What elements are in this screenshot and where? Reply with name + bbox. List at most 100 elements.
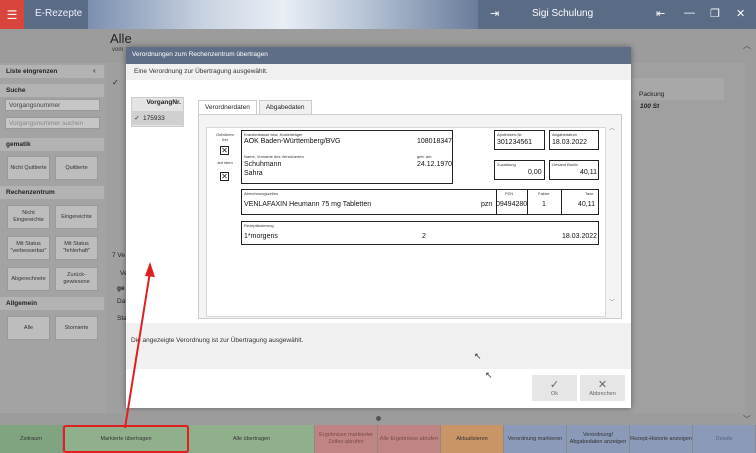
checkmark-icon: ✓	[549, 378, 560, 391]
page-subtitle: vom	[112, 47, 124, 53]
splitter-dot[interactable]	[376, 416, 381, 421]
chevron-down-icon[interactable]: ﹀	[743, 414, 751, 425]
fragment-count: 7 Ve	[112, 252, 126, 259]
show-history-button[interactable]: Rezept-Historie anzeigen	[630, 425, 693, 453]
page-title: Alle	[110, 31, 132, 46]
dialog-message: Die angezeigte Verordnung ist zur Übertr…	[131, 337, 304, 344]
fee-free-label: Gebühren frei	[216, 132, 234, 142]
gross-value: 40,11	[580, 169, 597, 176]
prescription-change-count: 2	[422, 233, 426, 240]
collapse-icon[interactable]: ‹	[93, 66, 96, 75]
tax-value: 40,11	[578, 201, 595, 208]
refresh-button[interactable]: Aktualisieren	[441, 425, 504, 453]
logout-icon[interactable]: ⇥	[490, 7, 499, 20]
copay-label: Zuzahlung	[497, 162, 516, 167]
restore-icon[interactable]: ❐	[710, 7, 720, 20]
dialog-info: Eine Verordnung zur Übertragung ausgewäh…	[134, 68, 268, 75]
birthdate: 24.12.1970	[417, 161, 453, 168]
search-type-select[interactable]: Vorgangsnummer	[5, 99, 100, 111]
pzn-column-label: PZN	[505, 191, 513, 196]
scroll-up-icon[interactable]: ︿	[609, 123, 615, 132]
transfer-dialog: Verordnungen zum Rechenzentrum übertrage…	[126, 47, 631, 408]
birthdate-label: geb. am	[417, 154, 432, 159]
list-row[interactable]: ✓ 175933	[131, 111, 184, 125]
user-name: Sigi Schulung	[532, 8, 594, 19]
transmit-all-button[interactable]: Alle übertragen	[189, 425, 315, 453]
prescription-change-text: 1*morgens	[244, 233, 278, 240]
dialog-title: Verordnungen zum Rechenzentrum übertrage…	[126, 47, 631, 64]
package-value: 100 St	[640, 103, 660, 110]
fetch-all-results-button[interactable]: Alle Ergebnisse abrufen	[378, 425, 441, 453]
factor-column-label: Faktor	[538, 191, 550, 196]
filter-not-acknowledged-button[interactable]: Nicht Quittierte	[7, 156, 50, 180]
prescription-change-date: 18.03.2022	[562, 233, 598, 240]
row-check-icon: ✓	[134, 115, 140, 122]
mark-prescription-button[interactable]: Verordnung markieren	[504, 425, 567, 453]
filter-faulty-button[interactable]: Mit Status "fehlerhaft"	[55, 236, 98, 260]
row-number: 175933	[143, 114, 165, 122]
billing-lines-label: Abrechnungszeilen	[244, 191, 279, 196]
patient-name-label: Name, Vorname des Versicherten	[244, 154, 304, 159]
fetch-marked-results-button[interactable]: Ergebnisse markierter Zeilen abrufen	[315, 425, 378, 453]
sidebar-search-header: Suche	[0, 84, 104, 97]
cancel-label: Abbrechen	[589, 390, 616, 397]
copay-value: 0,00	[528, 169, 542, 176]
menu-icon[interactable]: ☰	[0, 0, 24, 29]
prescription-change-label: Rezeptänderung	[244, 223, 274, 228]
filter-not-submitted-button[interactable]: Nicht Eingereichte	[7, 205, 50, 229]
details-button[interactable]: Details	[693, 425, 756, 453]
filter-all-button[interactable]: Alle	[7, 316, 50, 340]
close-icon[interactable]: ✕	[736, 7, 745, 20]
mouse-cursor-icon: ↖	[474, 351, 482, 361]
transmit-marked-button[interactable]: Markierte übertragen	[63, 425, 189, 453]
filter-acknowledged-button[interactable]: Quittierte	[55, 156, 98, 180]
search-input[interactable]: Vorgangsnummer suchen	[5, 117, 100, 129]
exit-icon[interactable]: ⇤	[656, 7, 665, 20]
fragment-section: ge	[117, 285, 125, 292]
aut-idem-checkbox: ✕	[220, 172, 229, 181]
patient-firstname: Sahra	[244, 170, 263, 177]
ok-label: Ok	[550, 390, 559, 397]
scroll-down-icon[interactable]: ﹀	[609, 297, 615, 306]
filter-rejected-button[interactable]: Zurück-gewiesene	[55, 267, 98, 291]
mouse-cursor-icon: ↖	[485, 370, 493, 380]
pharmacy-number: 301234561	[497, 139, 533, 146]
filter-submitted-button[interactable]: Eingereichte	[55, 205, 98, 229]
aut-idem-label: aut idem	[217, 160, 233, 165]
tab-prescriber-data[interactable]: Verordnerdaten	[198, 100, 257, 114]
header-banner-image	[88, 0, 478, 29]
tab-dispense-data[interactable]: Abgabedaten	[258, 100, 312, 114]
filter-cancelled-button[interactable]: Stornierte	[55, 316, 98, 340]
sidebar-gematik-header: gematik	[0, 138, 104, 151]
period-button[interactable]: Zeitraum	[0, 425, 63, 453]
select-all-checkbox[interactable]: ✓	[112, 78, 119, 87]
patient-surname: Schuhmann	[244, 161, 282, 168]
factor-value: 1	[542, 201, 546, 208]
column-header-package: Packung	[632, 78, 724, 100]
filter-improvable-button[interactable]: Mit Status "verbesserbar"	[7, 236, 50, 260]
prescription-form: Gebühren frei ✕ aut idem ✕ Krankenkasse …	[206, 127, 606, 317]
dialog-tabs: Verordnerdaten Abgabedaten	[198, 100, 314, 114]
medication-name: VENLAFAXIN Heumann 75 mg Tabletten	[244, 201, 372, 208]
tax-column-label: Taxe	[585, 191, 594, 196]
list-header: VorgangNr.	[146, 99, 181, 106]
dispense-date-label: Abgabedatum	[552, 132, 577, 137]
fragment-date: Da	[117, 298, 126, 305]
pharmacy-label: Apotheken-Nr.	[497, 132, 523, 137]
chevron-up-icon[interactable]: ︿	[743, 40, 751, 51]
insurer-number: 108018347	[417, 138, 453, 145]
prescription-change-box	[241, 221, 599, 245]
cancel-button[interactable]: ✕ Abbrechen	[580, 375, 625, 401]
insurer-label: Krankenkasse bzw. Kostenträger	[244, 132, 303, 137]
dispense-date: 18.03.2022	[552, 139, 588, 146]
filter-billed-button[interactable]: Abgerechnete	[7, 267, 50, 291]
minimize-icon[interactable]: —	[684, 7, 695, 19]
insurer-name: AOK Baden-Württemberg/BVG	[244, 138, 341, 145]
app-title: E-Rezepte	[35, 8, 83, 19]
sidebar-list-header: Liste eingrenzen	[0, 65, 104, 78]
show-prescription-data-button[interactable]: Verordnung/ Abgabedaten anzeigen	[567, 425, 630, 453]
bottom-toolbar: Zeitraum Markierte übertragen Alle übert…	[0, 425, 756, 453]
ok-button[interactable]: ✓ Ok	[532, 375, 577, 401]
fee-free-checkbox: ✕	[220, 146, 229, 155]
sidebar-rz-header: Rechenzentrum	[0, 186, 104, 199]
